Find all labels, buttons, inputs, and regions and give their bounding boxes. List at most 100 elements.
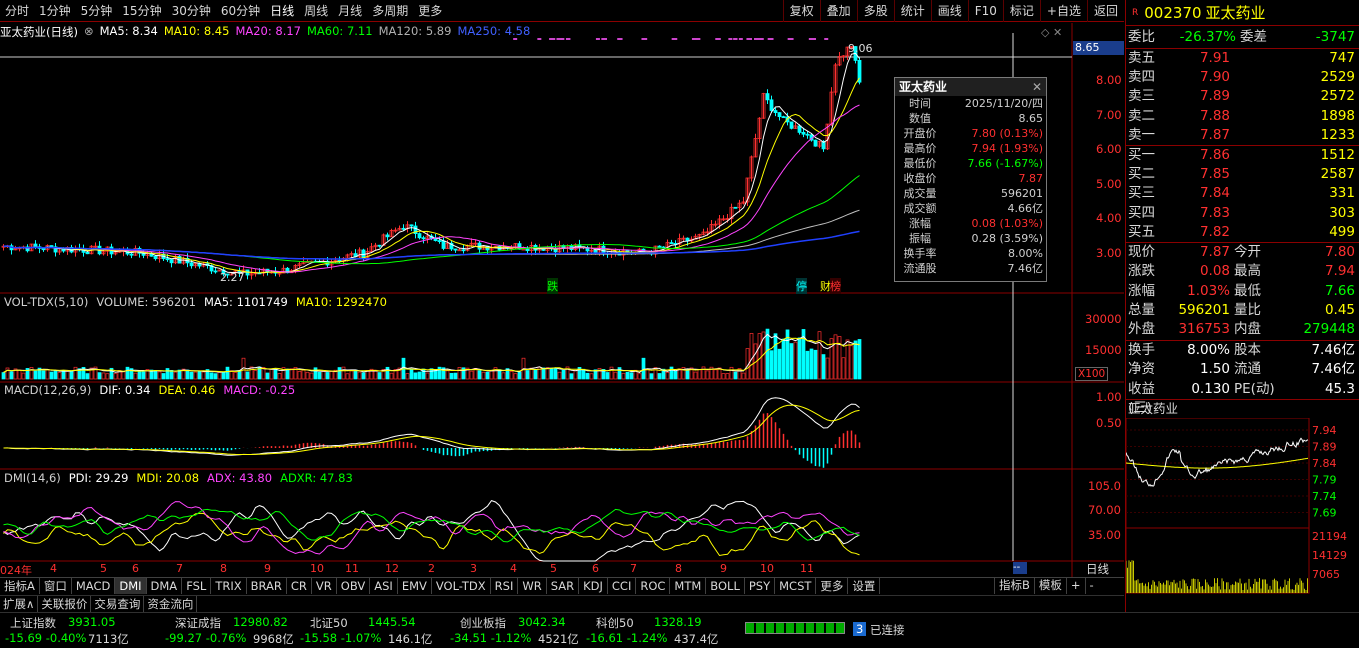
index-name-0[interactable]: 上证指数 [10, 615, 56, 631]
tool-button-3[interactable]: 统计 [893, 0, 931, 22]
indicator-tab-0[interactable]: 指标A [0, 578, 40, 594]
indicator-tab-9[interactable]: VR [312, 578, 337, 594]
ask-row-2[interactable]: 卖三 7.89 2572 [1126, 87, 1359, 106]
indicator-tab-18[interactable]: CCI [608, 578, 637, 594]
bid-row-1[interactable]: 买二 7.85 2587 [1126, 165, 1359, 184]
indicator-tab-5[interactable]: FSL [182, 578, 212, 594]
period-tab-5[interactable]: 60分钟 [216, 0, 265, 22]
indicator-tab-11[interactable]: ASI [370, 578, 398, 594]
indicator-tab-right-3[interactable]: - [1084, 577, 1098, 594]
period-tab-2[interactable]: 5分钟 [76, 0, 118, 22]
tool-button-7[interactable]: +自选 [1039, 0, 1087, 22]
event-marker-stop[interactable]: 停 [796, 278, 807, 294]
index-name-3[interactable]: 创业板指 [460, 615, 506, 631]
stat-row-3: 总量 596201 量比 0.45 [1128, 302, 1355, 319]
indicator-tab-17[interactable]: KDJ [579, 578, 608, 594]
index-amt-3: 4521亿 [538, 632, 579, 646]
indicator-tab-21[interactable]: BOLL [706, 578, 745, 594]
event-marker-rank[interactable]: 榜 [830, 278, 841, 294]
quote-panel: R 002370 亚太药业 委比 -26.37% 委差 -3747 卖五 7.91… [1125, 0, 1359, 612]
tool-button-2[interactable]: 多股 [856, 0, 894, 22]
indicator-tab-16[interactable]: SAR [547, 578, 580, 594]
index-name-2[interactable]: 北证50 [310, 615, 348, 631]
indicator-tab-24[interactable]: 更多 [816, 578, 849, 594]
bid-row-2[interactable]: 买三 7.84 331 [1126, 184, 1359, 203]
indicator-tab-10[interactable]: OBV [337, 578, 371, 594]
vol-label-0: VOL-TDX(5,10) [4, 295, 89, 309]
indicator-tab-right-0[interactable]: 指标B [994, 577, 1034, 594]
index-name-4[interactable]: 科创50 [596, 615, 634, 631]
tool-button-6[interactable]: 标记 [1002, 0, 1040, 22]
ask-row-4[interactable]: 卖一 7.87 1233 [1126, 126, 1359, 145]
period-tab-10[interactable]: 更多 [413, 0, 447, 22]
ma-label-1: MA10: 8.45 [163, 24, 230, 38]
period-tab-7[interactable]: 周线 [299, 0, 333, 22]
period-indicator[interactable]: 日线 [1086, 561, 1109, 577]
tool-button-4[interactable]: 画线 [930, 0, 968, 22]
bid-row-4[interactable]: 买五 7.82 499 [1126, 223, 1359, 242]
close-icon[interactable]: ✕ [1032, 78, 1046, 96]
bottom-tab-2[interactable]: 交易查询 [91, 596, 145, 612]
indicator-tab-right-1[interactable]: 模板 [1033, 577, 1066, 594]
indicator-tab-7[interactable]: BRAR [247, 578, 287, 594]
indicator-tab-8[interactable]: CR [287, 578, 312, 594]
tool-button-1[interactable]: 叠加 [819, 0, 857, 22]
indicator-tab-right-2[interactable]: + [1065, 577, 1085, 594]
period-tab-4[interactable]: 30分钟 [167, 0, 216, 22]
indicator-tab-4[interactable]: DMA [147, 578, 183, 594]
scroll-handle[interactable]: -- [1013, 562, 1027, 574]
indicator-tab-22[interactable]: PSY [745, 578, 776, 594]
tool-button-0[interactable]: 复权 [782, 0, 820, 22]
intraday-mini-chart[interactable]: 7.94 7.89 7.84 7.79 7.74 7.69 21194 14129 7065 [1125, 417, 1359, 594]
macd-label-3: MACD: -0.25 [223, 383, 296, 397]
stat-row-4: 外盘 316753 内盘 279448 [1128, 321, 1355, 338]
ask-row-1[interactable]: 卖四 7.90 2529 [1126, 68, 1359, 87]
indicator-tab-19[interactable]: ROC [636, 578, 671, 594]
period-tab-0[interactable]: 分时 [0, 0, 34, 22]
x-tick-0: 024年 [0, 564, 32, 577]
price-tick-5: 3.00 [1096, 245, 1122, 260]
period-tab-1[interactable]: 1分钟 [34, 0, 76, 22]
period-tab-6[interactable]: 日线 [265, 0, 299, 22]
settings-icon[interactable]: ⊗ [84, 24, 94, 40]
event-marker-fall[interactable]: 跌 [547, 278, 558, 294]
indicator-tab-15[interactable]: WR [518, 578, 547, 594]
bottom-tab-3[interactable]: 资金流向 [144, 596, 198, 612]
period-tab-8[interactable]: 月线 [333, 0, 367, 22]
indicator-tab-20[interactable]: MTM [670, 578, 707, 594]
indicator-tab-6[interactable]: TRIX [211, 578, 247, 594]
bottom-tab-1[interactable]: 关联报价 [38, 596, 92, 612]
x-tick-19: 11 [800, 562, 814, 575]
indicator-tab-12[interactable]: EMV [398, 578, 432, 594]
indicator-tab-23[interactable]: MCST [775, 578, 817, 594]
bid-row-0[interactable]: 买一 7.86 1512 [1126, 146, 1359, 165]
indicator-tab-14[interactable]: RSI [491, 578, 519, 594]
popup-title: 亚太药业 [899, 80, 948, 94]
bottom-tab-0[interactable]: 扩展∧ [0, 596, 39, 612]
indicator-tab-3[interactable]: DMI [115, 578, 147, 594]
ask-row-0[interactable]: 卖五 7.91 747 [1126, 49, 1359, 68]
tool-button-5[interactable]: F10 [967, 0, 1003, 22]
indicator-tab-bar: 指标A 窗口 MACD DMI DMA FSL TRIX BRAR CR VR OBV ASI EMV V… [0, 577, 1124, 594]
bottom-function-tabs: 扩展∧ 关联报价 交易查询 资金流向 [0, 595, 1124, 612]
ask-row-3[interactable]: 卖二 7.88 1898 [1126, 107, 1359, 126]
indicator-tab-13[interactable]: VOL-TDX [432, 578, 491, 594]
bid-book: 买一 7.86 1512 买二 7.85 2587 买三 7.84 331 买四 7.83 303 买五… [1126, 146, 1359, 242]
svg-text:14129: 14129 [1312, 549, 1347, 562]
dmi-tick-3: 35.00 [1088, 528, 1121, 542]
bid-row-3[interactable]: 买四 7.83 303 [1126, 204, 1359, 223]
indicator-tab-2[interactable]: MACD [72, 578, 116, 594]
index-name-1[interactable]: 深证成指 [175, 615, 221, 631]
x-tick-17: 9 [720, 562, 727, 575]
indicator-tab-1[interactable]: 窗口 [40, 578, 72, 594]
market-index-statusbar: 上证指数 3931.05 -15.69 -0.40% 7113亿 深证成指 12980.8… [0, 612, 1359, 648]
index-value-3: 3042.34 [518, 615, 566, 629]
period-tab-3[interactable]: 15分钟 [117, 0, 166, 22]
indicator-tab-25[interactable]: 设置 [848, 578, 881, 594]
index-value-4: 1328.19 [654, 615, 702, 629]
tool-button-8[interactable]: 返回 [1086, 0, 1124, 22]
period-tab-9[interactable]: 多周期 [367, 0, 413, 22]
price-tick-1: 7.00 [1096, 107, 1122, 122]
index-value-1: 12980.82 [233, 615, 288, 629]
diamond-icon[interactable]: ◇ ✕ [1041, 26, 1062, 39]
